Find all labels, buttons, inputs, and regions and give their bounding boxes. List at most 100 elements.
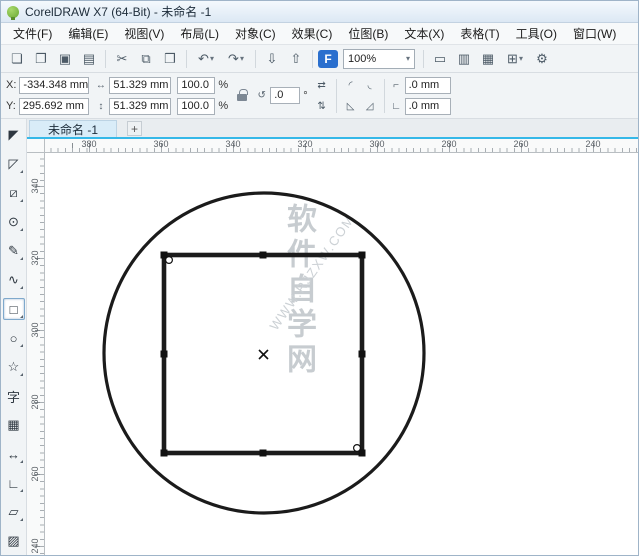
corner-scalloped-button[interactable]: ◟ — [362, 78, 378, 93]
snap-to-button[interactable]: ⊞ ▾ — [501, 48, 529, 70]
ellipse-tool[interactable]: ○ — [3, 327, 25, 349]
import-button[interactable]: ⇩ — [261, 48, 283, 70]
undo-button[interactable]: ↶ ▾ — [192, 48, 220, 70]
ruler-number: 380 — [80, 139, 98, 149]
pick-tool[interactable]: ◤ — [3, 124, 25, 146]
corner-node-top-left[interactable] — [166, 257, 173, 264]
ruler-number: 280 — [440, 139, 458, 149]
relative-corner-scaling-button[interactable]: ◿ — [362, 99, 378, 114]
open-button[interactable]: ❐ — [30, 48, 52, 70]
cut-button[interactable]: ✂ — [111, 48, 133, 70]
flyout-indicator-icon — [20, 315, 23, 318]
selection-handle-top-right[interactable] — [359, 252, 366, 259]
x-label: X: — [6, 79, 16, 91]
selection-handle-bottom-left[interactable] — [161, 450, 168, 457]
ruler-number: 320 — [30, 249, 42, 267]
freehand-tool[interactable]: ✎ — [3, 240, 25, 262]
drop-shadow-tool[interactable]: ▱ — [3, 501, 25, 523]
new-document-button[interactable]: ❏ — [6, 48, 28, 70]
corner-radius-bottom-field[interactable]: .0 mm — [405, 98, 451, 115]
corner-radius-top-field[interactable]: .0 mm — [405, 77, 451, 94]
mirror-vertical-button[interactable]: ⇅ — [314, 99, 330, 114]
options-button[interactable]: ⚙ — [531, 48, 553, 70]
menu-edit[interactable]: 编辑(E) — [60, 23, 116, 44]
title-bar: CorelDRAW X7 (64-Bit) - 未命名 -1 — [1, 1, 638, 23]
zoom-tool[interactable]: ⊙ — [3, 211, 25, 233]
y-position-field[interactable]: 295.692 mm — [19, 98, 89, 115]
toolbar-separator — [186, 50, 187, 68]
menu-tools[interactable]: 工具(O) — [508, 23, 565, 44]
menu-object[interactable]: 对象(C) — [227, 23, 284, 44]
flyout-indicator-icon — [20, 489, 23, 492]
menu-text[interactable]: 文本(X) — [396, 23, 452, 44]
selection-handle-bottom-center[interactable] — [260, 450, 267, 457]
mirror-horizontal-button[interactable]: ⇄ — [314, 78, 330, 93]
lock-icon — [237, 94, 247, 101]
zoom-level-value: 100% — [348, 53, 376, 65]
document-tab[interactable]: 未命名 -1 — [29, 120, 117, 137]
object-center-marker[interactable] — [259, 350, 268, 359]
menu-bar: 文件(F) 编辑(E) 视图(V) 布局(L) 对象(C) 效果(C) 位图(B… — [1, 23, 638, 45]
application-launcher-button[interactable]: F — [318, 50, 338, 68]
shape-tool-icon: ◸ — [9, 156, 19, 172]
horizontal-ruler[interactable]: 380 360 340 320 300 280 260 240 — [45, 139, 638, 153]
show-rulers-button[interactable]: ▥ — [453, 48, 475, 70]
mirror-block: ⇄ ⇅ — [314, 77, 330, 115]
rotation-angle-field[interactable]: .0 — [270, 87, 300, 104]
corner-chamfer-button[interactable]: ◺ — [343, 99, 359, 114]
object-position-block: X: -334.348 mm Y: 295.692 mm — [6, 77, 89, 115]
flyout-indicator-icon — [20, 518, 23, 521]
paste-button[interactable]: ❒ — [159, 48, 181, 70]
ruler-number: 260 — [512, 139, 530, 149]
ruler-origin-box[interactable] — [27, 139, 45, 153]
flyout-indicator-icon — [20, 373, 23, 376]
x-position-field[interactable]: -334.348 mm — [19, 77, 89, 94]
artistic-media-tool[interactable]: ∿ — [3, 269, 25, 291]
full-screen-preview-button[interactable]: ▭ — [429, 48, 451, 70]
transparency-tool[interactable]: ▨ — [3, 530, 25, 552]
save-button[interactable]: ▣ — [54, 48, 76, 70]
selection-handle-top-center[interactable] — [260, 252, 267, 259]
copy-button[interactable]: ⧉ — [135, 48, 157, 70]
corner-node-bottom-right[interactable] — [354, 445, 361, 452]
connector-tool[interactable]: ∟ — [3, 472, 25, 494]
drawing-canvas[interactable]: 软件自学网 WWW.RJZXW.COM — [45, 153, 638, 555]
menu-window[interactable]: 窗口(W) — [565, 23, 624, 44]
lock-ratio-button[interactable] — [234, 78, 250, 114]
scale-y-field[interactable]: 100.0 — [177, 98, 215, 115]
menu-file[interactable]: 文件(F) — [5, 23, 60, 44]
rectangle-tool[interactable]: □ — [3, 298, 25, 320]
polygon-tool[interactable]: ☆ — [3, 356, 25, 378]
vertical-ruler[interactable]: 340 320 300 280 260 240 — [27, 153, 45, 555]
show-grid-button[interactable]: ▦ — [477, 48, 499, 70]
selection-handle-middle-right[interactable] — [359, 351, 366, 358]
table-tool-icon: ▦ — [7, 417, 19, 433]
scale-x-field[interactable]: 100.0 — [177, 77, 215, 94]
print-button[interactable]: ▤ — [78, 48, 100, 70]
export-button[interactable]: ⇧ — [285, 48, 307, 70]
text-tool[interactable]: 字 — [3, 385, 25, 407]
menu-view[interactable]: 视图(V) — [116, 23, 172, 44]
corner-top-icon: ⌐ — [391, 80, 402, 91]
corner-round-button[interactable]: ◜ — [343, 78, 359, 93]
new-tab-button[interactable]: + — [127, 121, 142, 136]
percent-label: % — [218, 100, 228, 112]
zoom-level-select[interactable]: 100% ▾ — [343, 49, 415, 69]
selection-handle-middle-left[interactable] — [161, 351, 168, 358]
rotate-icon: ↺ — [256, 90, 267, 101]
shape-tool[interactable]: ◸ — [3, 153, 25, 175]
crop-tool[interactable]: ⧄ — [3, 182, 25, 204]
menu-effects[interactable]: 效果(C) — [284, 23, 341, 44]
ruler-number: 340 — [224, 139, 242, 149]
menu-layout[interactable]: 布局(L) — [172, 23, 227, 44]
text-tool-icon: 字 — [7, 387, 20, 406]
menu-bitmaps[interactable]: 位图(B) — [340, 23, 396, 44]
menu-table[interactable]: 表格(T) — [452, 23, 507, 44]
dimension-tool[interactable]: ↔ — [3, 443, 25, 465]
crop-tool-icon: ⧄ — [9, 185, 17, 201]
table-tool[interactable]: ▦ — [3, 414, 25, 436]
object-width-field[interactable]: 51.329 mm — [109, 77, 171, 94]
snap-to-icon: ⊞ — [507, 51, 518, 67]
redo-button[interactable]: ↷ ▾ — [222, 48, 250, 70]
object-height-field[interactable]: 51.329 mm — [109, 98, 171, 115]
